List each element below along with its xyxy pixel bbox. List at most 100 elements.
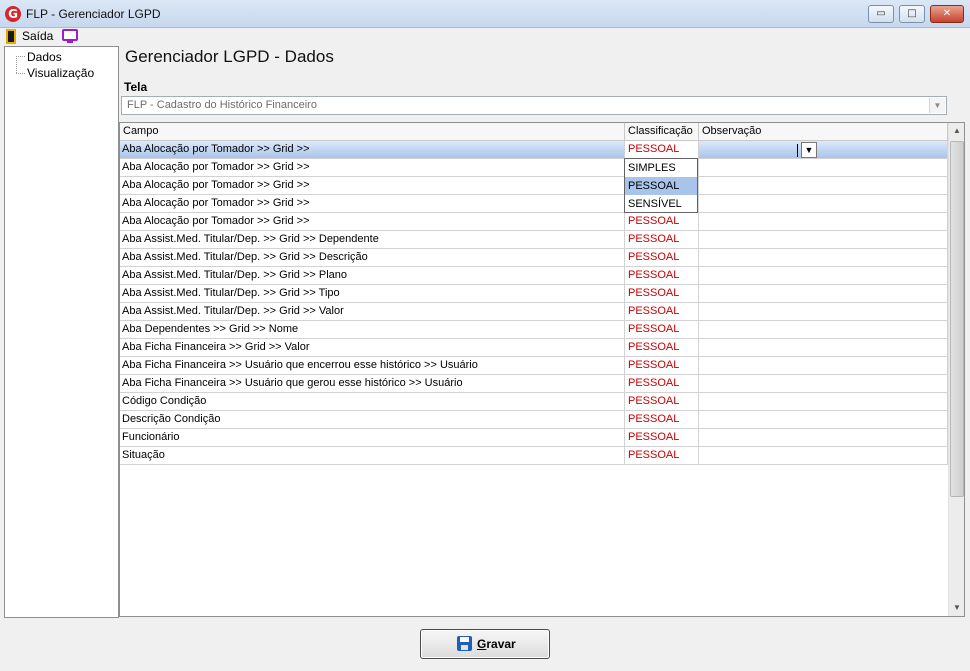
cell-observacao[interactable] xyxy=(699,231,948,249)
chevron-down-icon[interactable]: ▼ xyxy=(801,142,817,158)
cell-observacao[interactable] xyxy=(699,375,948,393)
cell-campo[interactable]: Funcionário xyxy=(120,429,625,447)
table-row[interactable]: Aba Assist.Med. Titular/Dep. >> Grid >> … xyxy=(120,249,948,267)
cell-observacao[interactable] xyxy=(699,429,948,447)
exit-door-icon[interactable] xyxy=(6,29,16,44)
title-bar: G FLP - Gerenciador LGPD ▭ □ ✕ xyxy=(0,0,970,28)
column-header-campo[interactable]: Campo xyxy=(120,123,625,141)
tree-item-visualizacao[interactable]: Visualização xyxy=(27,66,94,80)
dropdown-option-simples[interactable]: SIMPLES xyxy=(625,159,697,177)
cell-campo[interactable]: Aba Dependentes >> Grid >> Nome xyxy=(120,321,625,339)
cell-observacao[interactable] xyxy=(699,447,948,465)
table-row[interactable]: Aba Assist.Med. Titular/Dep. >> Grid >> … xyxy=(120,231,948,249)
tree-connector xyxy=(16,56,17,73)
cell-campo[interactable]: Descrição Condição xyxy=(120,411,625,429)
page-title: Gerenciador LGPD - Dados xyxy=(125,47,334,66)
cell-observacao[interactable] xyxy=(699,339,948,357)
cell-observacao[interactable] xyxy=(699,267,948,285)
cell-campo[interactable]: Aba Alocação por Tomador >> Grid >> xyxy=(120,159,625,177)
cell-observacao[interactable] xyxy=(699,285,948,303)
cell-campo[interactable]: Aba Alocação por Tomador >> Grid >> xyxy=(120,213,625,231)
table-row[interactable]: Aba Assist.Med. Titular/Dep. >> Grid >> … xyxy=(120,267,948,285)
cell-observacao[interactable] xyxy=(699,213,948,231)
text-caret xyxy=(797,144,798,157)
cell-observacao[interactable] xyxy=(699,159,948,177)
cell-classificacao[interactable]: PESSOAL xyxy=(625,447,699,465)
tela-label: Tela xyxy=(124,80,148,94)
cell-classificacao[interactable]: PESSOAL xyxy=(625,267,699,285)
cell-campo[interactable]: Aba Alocação por Tomador >> Grid >> xyxy=(120,141,625,159)
table-row[interactable]: Aba Dependentes >> Grid >> Nome PESSOAL xyxy=(120,321,948,339)
close-button[interactable]: ✕ xyxy=(930,5,964,23)
floppy-disk-icon xyxy=(457,636,472,651)
cell-classificacao[interactable]: PESSOAL xyxy=(625,429,699,447)
cell-campo[interactable]: Aba Alocação por Tomador >> Grid >> xyxy=(120,195,625,213)
cell-observacao[interactable] xyxy=(699,411,948,429)
table-row[interactable]: Código Condição PESSOAL xyxy=(120,393,948,411)
cell-campo[interactable]: Aba Assist.Med. Titular/Dep. >> Grid >> … xyxy=(120,231,625,249)
cell-classificacao[interactable]: PESSOAL xyxy=(625,141,699,159)
table-row[interactable]: Aba Alocação por Tomador >> Grid >> xyxy=(120,195,948,213)
tree-item-dados[interactable]: Dados xyxy=(27,50,62,64)
cell-observacao[interactable] xyxy=(699,357,948,375)
scroll-down-icon[interactable]: ▼ xyxy=(949,600,965,616)
cell-campo[interactable]: Aba Ficha Financeira >> Grid >> Valor xyxy=(120,339,625,357)
cell-campo[interactable]: Aba Ficha Financeira >> Usuário que ence… xyxy=(120,357,625,375)
cell-campo[interactable]: Situação xyxy=(120,447,625,465)
minimize-button[interactable]: ▭ xyxy=(868,5,894,23)
cell-observacao[interactable] xyxy=(699,177,948,195)
cell-observacao[interactable] xyxy=(699,141,948,159)
scroll-up-icon[interactable]: ▲ xyxy=(949,123,965,139)
cell-campo[interactable]: Aba Assist.Med. Titular/Dep. >> Grid >> … xyxy=(120,303,625,321)
cell-classificacao[interactable]: PESSOAL xyxy=(625,213,699,231)
scrollbar-thumb[interactable] xyxy=(950,141,964,497)
exit-menu-item[interactable]: Saída xyxy=(22,29,53,43)
cell-campo[interactable]: Aba Assist.Med. Titular/Dep. >> Grid >> … xyxy=(120,285,625,303)
cell-observacao[interactable] xyxy=(699,321,948,339)
cell-classificacao[interactable]: PESSOAL xyxy=(625,249,699,267)
tela-select-value: FLP - Cadastro do Histórico Financeiro xyxy=(127,99,317,111)
cell-classificacao[interactable]: PESSOAL xyxy=(625,339,699,357)
table-row[interactable]: Aba Ficha Financeira >> Usuário que gero… xyxy=(120,375,948,393)
cell-observacao[interactable] xyxy=(699,195,948,213)
cell-campo[interactable]: Aba Assist.Med. Titular/Dep. >> Grid >> … xyxy=(120,267,625,285)
table-row[interactable]: Aba Assist.Med. Titular/Dep. >> Grid >> … xyxy=(120,303,948,321)
cell-observacao[interactable] xyxy=(699,303,948,321)
table-row[interactable]: Aba Alocação por Tomador >> Grid >> PESSO… xyxy=(120,213,948,231)
dropdown-option-sensivel[interactable]: SENSÍVEL xyxy=(625,195,697,213)
cell-campo[interactable]: Código Condição xyxy=(120,393,625,411)
cell-classificacao[interactable]: PESSOAL xyxy=(625,231,699,249)
column-header-observacao[interactable]: Observação xyxy=(699,123,948,141)
cell-classificacao[interactable]: PESSOAL xyxy=(625,393,699,411)
cell-classificacao[interactable]: PESSOAL xyxy=(625,303,699,321)
cell-classificacao[interactable]: PESSOAL xyxy=(625,285,699,303)
table-row[interactable]: Aba Assist.Med. Titular/Dep. >> Grid >> … xyxy=(120,285,948,303)
cell-classificacao[interactable]: PESSOAL xyxy=(625,375,699,393)
table-row[interactable]: Aba Alocação por Tomador >> Grid >> xyxy=(120,177,948,195)
cell-classificacao[interactable]: PESSOAL xyxy=(625,321,699,339)
cell-campo[interactable]: Aba Ficha Financeira >> Usuário que gero… xyxy=(120,375,625,393)
tela-select[interactable]: FLP - Cadastro do Histórico Financeiro ▼ xyxy=(121,96,947,115)
cell-campo[interactable]: Aba Assist.Med. Titular/Dep. >> Grid >> … xyxy=(120,249,625,267)
table-row[interactable]: Aba Alocação por Tomador >> Grid >> PESSO… xyxy=(120,141,948,159)
cell-observacao[interactable] xyxy=(699,249,948,267)
cell-classificacao[interactable]: PESSOAL xyxy=(625,411,699,429)
table-row[interactable]: Aba Alocação por Tomador >> Grid >> xyxy=(120,159,948,177)
vertical-scrollbar[interactable]: ▲ ▼ xyxy=(948,123,964,616)
cell-classificacao[interactable]: PESSOAL xyxy=(625,357,699,375)
classification-dropdown-list: SIMPLES PESSOAL SENSÍVEL xyxy=(624,158,698,213)
table-row[interactable]: Descrição Condição PESSOAL xyxy=(120,411,948,429)
column-header-classificacao[interactable]: Classificação xyxy=(625,123,699,141)
cell-campo[interactable]: Aba Alocação por Tomador >> Grid >> xyxy=(120,177,625,195)
chevron-down-icon[interactable]: ▼ xyxy=(929,98,945,113)
tree-connector xyxy=(16,56,25,57)
dropdown-option-pessoal[interactable]: PESSOAL xyxy=(625,177,697,195)
table-row[interactable]: Aba Ficha Financeira >> Grid >> Valor PES… xyxy=(120,339,948,357)
monitor-icon[interactable] xyxy=(62,29,78,43)
maximize-button[interactable]: □ xyxy=(899,5,925,23)
table-row[interactable]: Situação PESSOAL xyxy=(120,447,948,465)
save-button[interactable]: Gravar xyxy=(420,629,550,659)
table-row[interactable]: Funcionário PESSOAL xyxy=(120,429,948,447)
cell-observacao[interactable] xyxy=(699,393,948,411)
table-row[interactable]: Aba Ficha Financeira >> Usuário que ence… xyxy=(120,357,948,375)
